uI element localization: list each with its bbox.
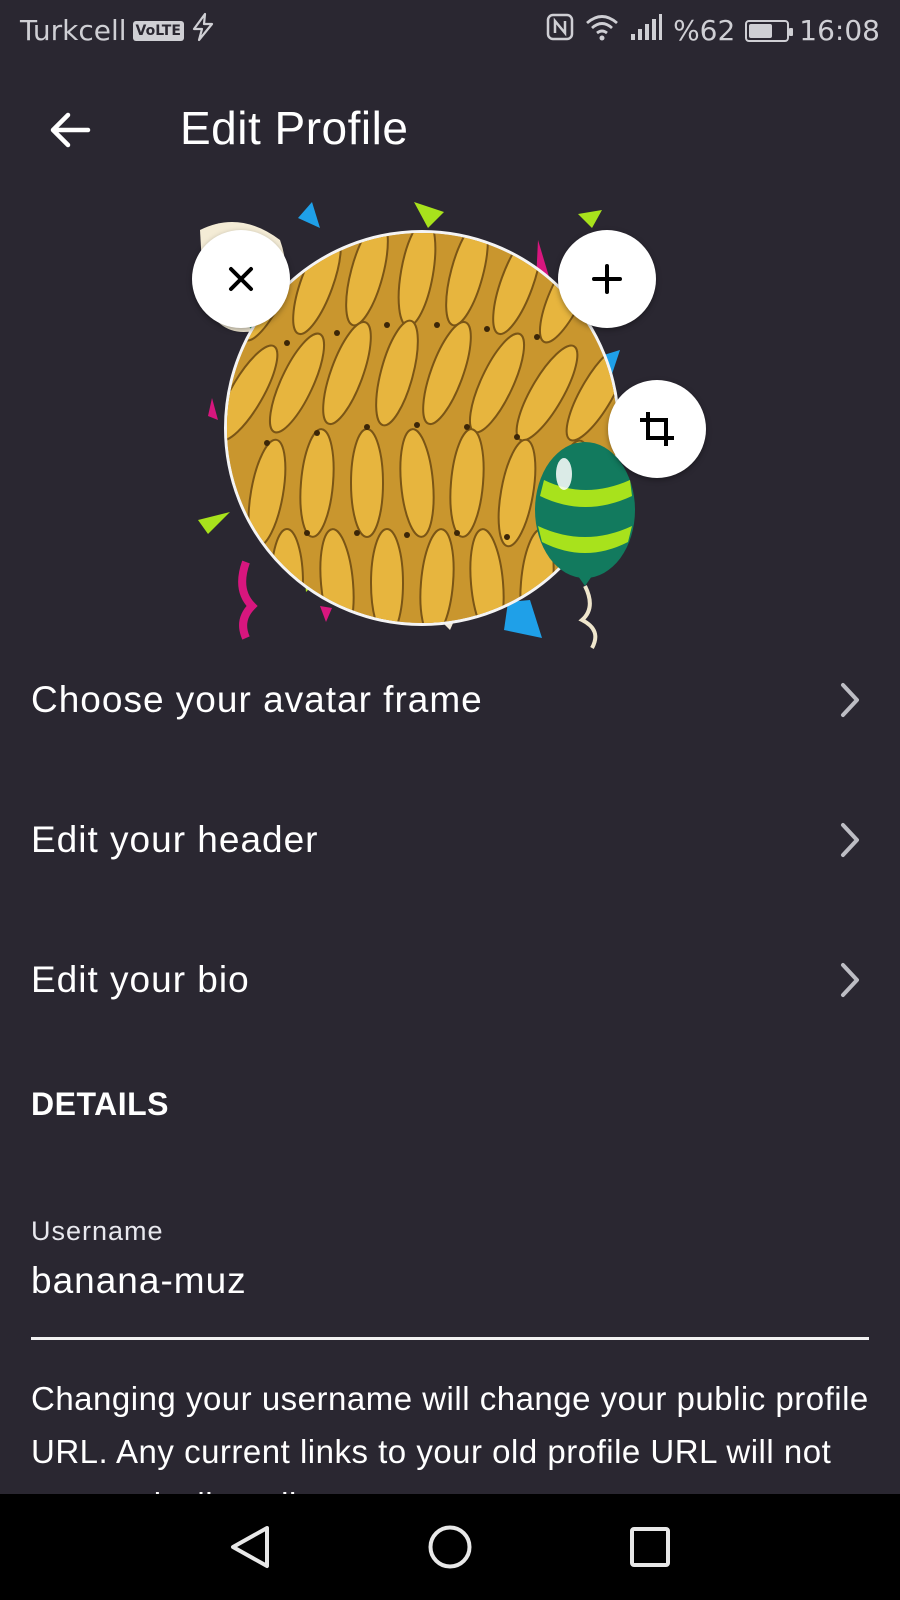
system-nav-bar [0, 1494, 900, 1600]
clock: 16:08 [799, 14, 880, 47]
status-left: Turkcell VoLTE [20, 12, 218, 49]
carrier-name: Turkcell [20, 14, 127, 47]
remove-avatar-button[interactable] [192, 230, 290, 328]
battery-percent: %62 [673, 14, 736, 47]
plus-icon [592, 264, 622, 294]
details-section-title: DETAILS [31, 1086, 170, 1122]
square-recents-icon [630, 1527, 670, 1567]
chevron-right-icon [841, 823, 859, 857]
circle-home-icon [428, 1525, 472, 1569]
crop-icon [640, 412, 674, 446]
volte-badge: VoLTE [132, 20, 184, 41]
edit-bio-row[interactable]: Edit your bio [0, 920, 900, 1040]
nfc-icon [545, 12, 575, 49]
arrow-left-icon [50, 112, 91, 148]
crop-avatar-button[interactable] [608, 380, 706, 478]
nav-recents-button[interactable] [622, 1519, 678, 1575]
add-avatar-button[interactable] [558, 230, 656, 328]
back-button[interactable] [36, 98, 104, 162]
status-bar: Turkcell VoLTE %62 16:08 [0, 0, 900, 62]
menu-label: Edit your bio [31, 959, 250, 1000]
battery-level [749, 23, 772, 38]
status-right: %62 16:08 [545, 12, 880, 49]
wifi-icon [585, 12, 619, 49]
username-help-text: Changing your username will change your … [31, 1380, 869, 1494]
menu-label: Edit your header [31, 819, 319, 860]
triangle-back-icon [231, 1526, 269, 1568]
page-title: Edit Profile [180, 102, 409, 154]
charging-icon [188, 12, 218, 49]
avatar-frame-row[interactable]: Choose your avatar frame [0, 640, 900, 760]
battery-icon [745, 19, 794, 42]
chevron-right-icon [841, 963, 859, 997]
avatar-editor [180, 190, 720, 660]
nav-home-button[interactable] [422, 1519, 478, 1575]
nav-back-button[interactable] [222, 1519, 278, 1575]
edit-header-row[interactable]: Edit your header [0, 780, 900, 900]
signal-icon [629, 12, 663, 49]
username-label: Username [31, 1216, 164, 1246]
username-input[interactable] [31, 1254, 869, 1340]
menu-label: Choose your avatar frame [31, 679, 483, 720]
chevron-right-icon [841, 683, 859, 717]
close-icon [229, 267, 253, 291]
